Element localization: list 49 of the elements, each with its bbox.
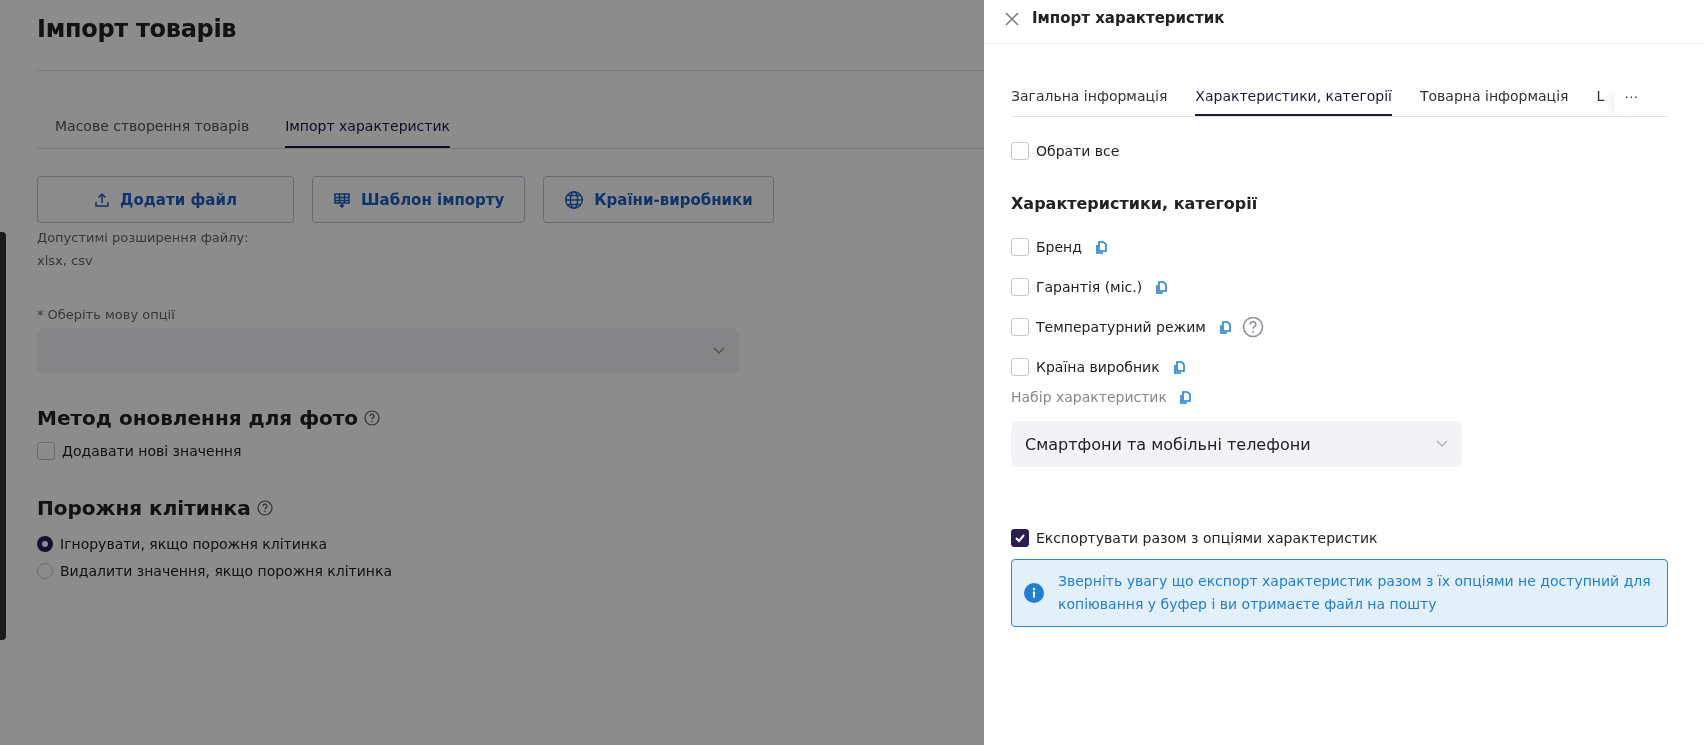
add-file-button[interactable]: Додати файл [37, 176, 294, 223]
copy-icon[interactable] [1218, 320, 1231, 334]
checkbox-label: Країна виробник [1036, 359, 1160, 375]
tab[interactable]: Імпорт характеристик [285, 108, 451, 148]
radio-button[interactable] [37, 535, 53, 552]
checkmark-icon [1014, 532, 1026, 544]
copy-icon[interactable] [1172, 360, 1185, 374]
section-heading: Метод оновлення для фото [37, 406, 359, 430]
checkbox-label: Обрати все [1036, 143, 1120, 159]
copy-icon[interactable] [1178, 390, 1191, 404]
tab[interactable]: Характеристики, категорії [1195, 88, 1392, 116]
tab[interactable]: L [1596, 88, 1605, 116]
scrollbar[interactable] [0, 232, 6, 640]
help-icon[interactable] [364, 410, 381, 426]
info-icon [1024, 583, 1044, 603]
upload-icon [94, 191, 111, 208]
field-label: Оберіть мову опції [47, 307, 175, 322]
checkbox-label: Додавати нові значення [62, 443, 242, 459]
radio-label: Видалити значення, якщо порожня клітинка [60, 562, 393, 579]
field-label: Набір характеристик [1011, 389, 1167, 405]
page-title: Імпорт товарів [37, 14, 238, 45]
section-heading: Порожня клітинка [37, 496, 251, 520]
chevron-down-icon [713, 347, 725, 355]
checkbox-label: Температурний режим [1036, 319, 1206, 335]
tab[interactable]: Загальна інформація [1011, 88, 1168, 116]
help-icon[interactable] [256, 500, 273, 516]
countries-button[interactable]: Країни-виробники [543, 176, 774, 223]
tab[interactable]: Масове створення товарів [55, 108, 250, 148]
checkbox[interactable] [1011, 529, 1029, 547]
checkbox-label: Бренд [1036, 239, 1082, 255]
file-extensions-hint: Допустимі розширення файлу: xlsx, csv [37, 229, 250, 270]
section-heading: Характеристики, категорії [1011, 194, 1259, 213]
notice-text: Зверніть увагу що експорт характеристик разом з їх опціями не доступний для копіювання у буфер і ви отримаєте файл на пошту [1058, 572, 1651, 614]
chevron-down-icon [1436, 440, 1448, 448]
radio-label: Ігнорувати, якщо порожня клітинка [60, 535, 327, 552]
characteristic-set-select[interactable]: Смартфони та мобільні телефони [1011, 421, 1462, 467]
help-icon[interactable] [1241, 316, 1264, 338]
copy-icon[interactable] [1155, 280, 1168, 294]
close-icon[interactable] [1004, 11, 1020, 27]
checkbox-label: Експортувати разом з опціями характеристик [1036, 530, 1378, 546]
template-button[interactable]: Шаблон імпорту [312, 176, 526, 223]
tab[interactable]: Товарна інформація [1420, 88, 1569, 116]
globe-icon [564, 189, 585, 210]
table-download-icon [333, 191, 351, 208]
more-tabs-button[interactable]: ··· [1614, 88, 1649, 116]
copy-icon[interactable] [1094, 240, 1107, 254]
checkbox-label: Гарантія (міс.) [1036, 279, 1143, 295]
required-mark: * [37, 307, 44, 322]
drawer-title: Імпорт характеристик [1032, 9, 1225, 27]
